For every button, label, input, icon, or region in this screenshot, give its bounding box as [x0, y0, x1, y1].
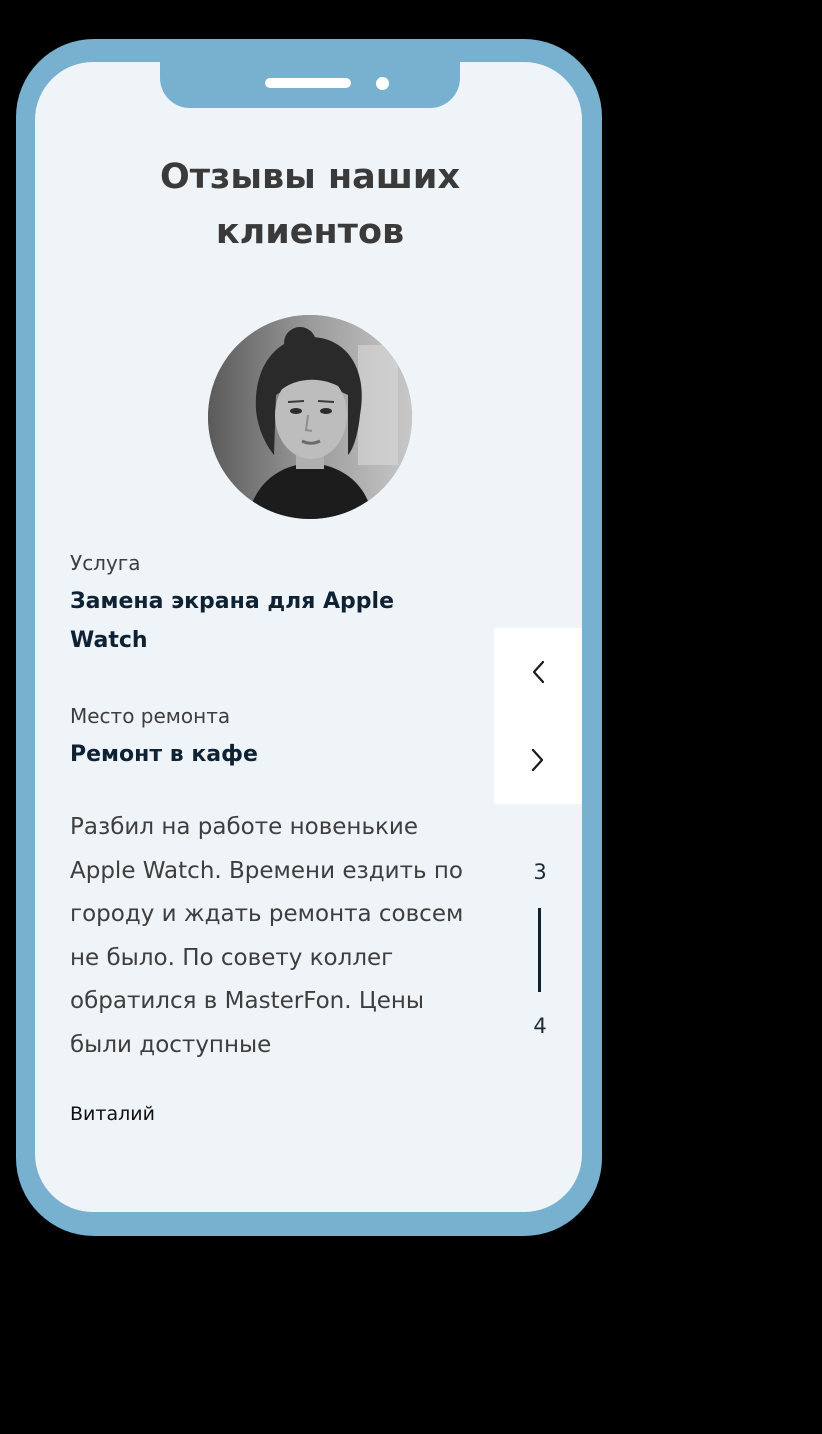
place-value: Ремонт в кафе — [70, 742, 258, 767]
pagination-current: 3 — [533, 860, 547, 884]
prev-review-button[interactable] — [494, 628, 582, 716]
review-slider-nav — [494, 628, 582, 804]
stage: Отзывы наших клиентов Услуга Замена экра… — [0, 0, 822, 1434]
phone-camera — [376, 77, 389, 90]
chevron-right-icon — [531, 748, 544, 772]
service-label: Услуга — [70, 551, 141, 575]
pagination-progress-line — [538, 908, 541, 992]
service-value: Замена экрана для Apple Watch — [70, 589, 395, 653]
phone-speaker — [265, 78, 351, 88]
next-review-button[interactable] — [494, 716, 582, 804]
reviewer-photo — [208, 315, 412, 519]
reviewer-avatar — [208, 315, 412, 519]
chevron-left-icon — [532, 660, 545, 684]
place-label: Место ремонта — [70, 704, 231, 728]
review-text: Разбил на работе новенькие Apple Watch. … — [70, 814, 464, 1058]
review-author: Виталий — [70, 1103, 155, 1125]
pagination-next: 4 — [533, 1014, 547, 1038]
section-title: Отзывы наших клиентов — [159, 157, 461, 252]
